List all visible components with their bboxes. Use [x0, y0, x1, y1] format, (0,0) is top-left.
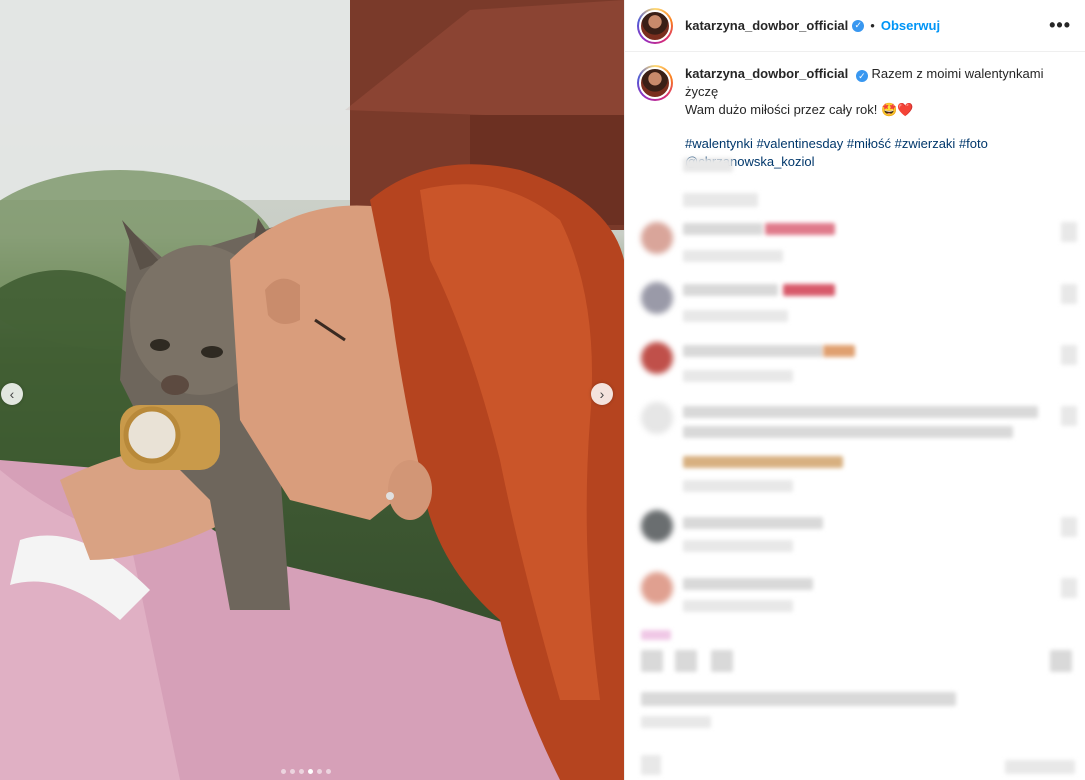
carousel-next-button[interactable]: › — [591, 383, 613, 405]
hashtag-link[interactable]: #zwierzaki — [895, 136, 956, 151]
chevron-left-icon: ‹ — [9, 386, 15, 402]
carousel-prev-button[interactable]: ‹ — [1, 383, 23, 405]
carousel-dot — [281, 769, 286, 774]
author-avatar[interactable] — [637, 7, 673, 44]
carousel-indicator — [281, 769, 331, 774]
separator-dot: • — [870, 18, 875, 33]
chevron-right-icon: › — [599, 386, 605, 402]
post-photo[interactable]: ‹ › — [0, 0, 624, 780]
carousel-dot — [308, 769, 313, 774]
hashtag-link[interactable]: #foto — [959, 136, 988, 151]
hashtag-link[interactable]: #valentinesday — [757, 136, 844, 151]
hashtag-link[interactable]: #walentynki — [685, 136, 753, 151]
author-username[interactable]: katarzyna_dowbor_official — [685, 18, 848, 33]
carousel-dot — [290, 769, 295, 774]
more-options-icon[interactable]: ••• — [1049, 15, 1071, 36]
carousel-dot — [299, 769, 304, 774]
post-header: katarzyna_dowbor_official ✓ • Obserwuj •… — [625, 0, 1085, 52]
caption-username[interactable]: katarzyna_dowbor_official — [685, 66, 848, 81]
hashtag-link[interactable]: #miłość — [847, 136, 891, 151]
follow-button[interactable]: Obserwuj — [881, 18, 940, 33]
caption-avatar[interactable] — [637, 65, 673, 101]
hashtag-list: #walentynki #valentinesday #miłość #zwie… — [685, 135, 1070, 171]
post-sidebar: katarzyna_dowbor_official ✓ • Obserwuj •… — [624, 0, 1085, 780]
photo-scene — [0, 0, 624, 780]
carousel-dot — [317, 769, 322, 774]
post-caption: katarzyna_dowbor_official ✓ Razem z moim… — [637, 65, 1077, 171]
caption-text-line2: Wam dużo miłości przez cały rok! 🤩❤️ — [685, 102, 914, 117]
verified-badge-icon: ✓ — [852, 19, 865, 32]
verified-badge-icon: ✓ — [855, 70, 868, 82]
carousel-dot — [326, 769, 331, 774]
